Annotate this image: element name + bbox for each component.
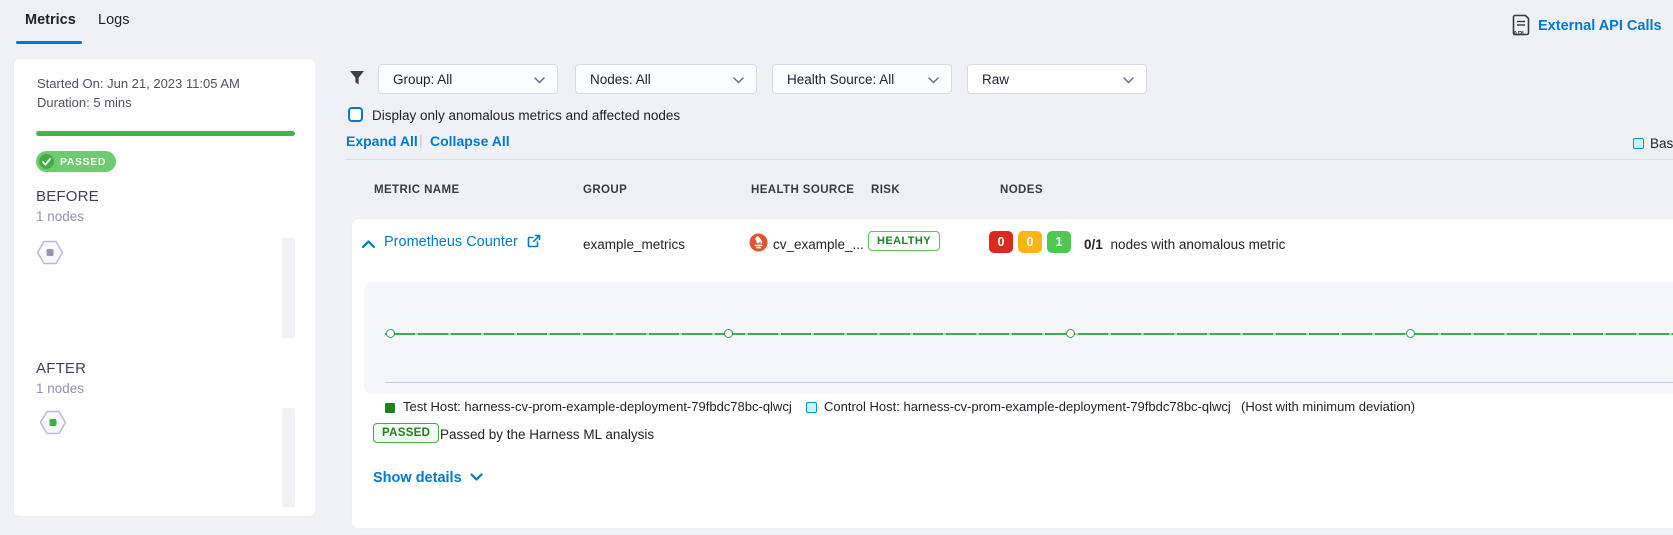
anomalous-only-label: Display only anomalous metrics and affec…	[372, 108, 680, 123]
chart-data-point	[724, 329, 733, 338]
test-host-legend-label: Test Host: harness-cv-prom-example-deplo…	[403, 399, 792, 414]
external-link-icon[interactable]	[527, 234, 541, 251]
healthy-count-badge: 1	[1047, 231, 1071, 253]
metric-name-link[interactable]: Prometheus Counter	[384, 234, 518, 250]
external-api-calls-button[interactable]: API External API Calls	[1512, 14, 1662, 37]
chevron-down-icon	[470, 470, 483, 486]
analysis-message: Passed by the Harness ML analysis	[440, 427, 654, 442]
chevron-down-icon	[1123, 72, 1134, 87]
chart-data-point	[1406, 329, 1415, 338]
baseline-legend-label: Base	[1650, 136, 1673, 151]
before-section-title: BEFORE	[36, 188, 99, 205]
external-api-calls-label: External API Calls	[1538, 18, 1662, 34]
control-host-swatch-icon	[806, 402, 817, 413]
after-node-count: 1 nodes	[36, 381, 84, 396]
after-list-scrollbar[interactable]	[282, 408, 295, 507]
before-node-count: 1 nodes	[36, 209, 84, 224]
analysis-passed-badge: PASSED	[373, 423, 439, 443]
chevron-down-icon	[928, 72, 939, 87]
metric-group-cell: example_metrics	[583, 237, 685, 252]
group-filter-dropdown[interactable]: Group: All	[378, 64, 558, 94]
chart-data-point	[386, 329, 395, 338]
view-mode-dropdown[interactable]: Raw	[967, 64, 1147, 94]
collapse-all-link[interactable]: Collapse All	[430, 133, 510, 149]
tab-metrics[interactable]: Metrics	[25, 12, 76, 28]
nodes-summary-label: nodes with anomalous metric	[1111, 237, 1286, 252]
collapse-row-chevron-icon[interactable]	[361, 237, 376, 252]
health-source-filter-value: Health Source: All	[787, 72, 894, 87]
health-source-filter-dropdown[interactable]: Health Source: All	[772, 64, 952, 94]
column-header-group: GROUP	[583, 184, 627, 196]
show-details-label: Show details	[373, 470, 462, 486]
before-node-hexagon[interactable]	[36, 240, 64, 268]
api-document-icon: API	[1512, 14, 1531, 37]
chart-data-point	[1066, 329, 1075, 338]
test-host-swatch-icon	[385, 403, 395, 413]
before-list-scrollbar[interactable]	[282, 238, 295, 338]
after-section-title: AFTER	[36, 360, 86, 377]
warning-count-badge: 0	[1018, 231, 1042, 253]
filter-funnel-icon[interactable]	[349, 70, 365, 90]
status-badge-label: PASSED	[60, 156, 106, 168]
nodes-filter-dropdown[interactable]: Nodes: All	[575, 64, 757, 94]
column-header-metric-name: METRIC NAME	[374, 184, 460, 196]
duration-text: Duration: 5 mins	[37, 95, 132, 110]
content-divider	[345, 159, 1673, 160]
health-source-cell: cv_example_...	[773, 237, 864, 252]
expand-all-link[interactable]: Expand All	[346, 133, 418, 149]
links-separator: |	[419, 132, 423, 148]
nodes-summary-panel	[14, 59, 315, 516]
view-mode-value: Raw	[982, 72, 1009, 87]
active-tab-underline	[16, 41, 82, 44]
tab-logs[interactable]: Logs	[98, 12, 129, 28]
show-details-button[interactable]: Show details	[373, 470, 483, 486]
chart-x-axis-line	[385, 382, 1673, 383]
group-filter-value: Group: All	[393, 72, 452, 87]
control-host-legend-label: Control Host: harness-cv-prom-example-de…	[824, 399, 1231, 414]
after-node-hexagon[interactable]	[39, 410, 67, 438]
baseline-swatch-icon	[1633, 138, 1644, 149]
nodes-ratio: 0/1	[1084, 237, 1103, 252]
column-header-health-source: HEALTH SOURCE	[751, 184, 854, 196]
column-header-nodes: NODES	[1000, 184, 1043, 196]
verification-page: Metrics Logs API External API Calls Star…	[0, 0, 1673, 535]
prometheus-icon	[749, 233, 768, 255]
control-host-note: (Host with minimum deviation)	[1241, 399, 1415, 414]
status-badge: PASSED	[36, 151, 116, 172]
chevron-down-icon	[733, 72, 744, 87]
nodes-summary-text: 0/1 nodes with anomalous metric	[1084, 237, 1285, 252]
metric-timeseries-chart	[364, 282, 1673, 394]
check-icon	[39, 154, 54, 169]
started-on-text: Started On: Jun 21, 2023 11:05 AM	[37, 76, 240, 91]
chart-series-line	[385, 333, 1673, 335]
column-header-risk: RISK	[871, 184, 900, 196]
verification-progress-bar	[36, 131, 295, 136]
anomalous-count-badge: 0	[989, 231, 1013, 253]
chevron-down-icon	[534, 72, 545, 87]
nodes-filter-value: Nodes: All	[590, 72, 651, 87]
risk-status-badge: HEALTHY	[868, 231, 940, 251]
svg-text:API: API	[1513, 31, 1524, 38]
anomalous-only-checkbox[interactable]	[348, 107, 363, 122]
